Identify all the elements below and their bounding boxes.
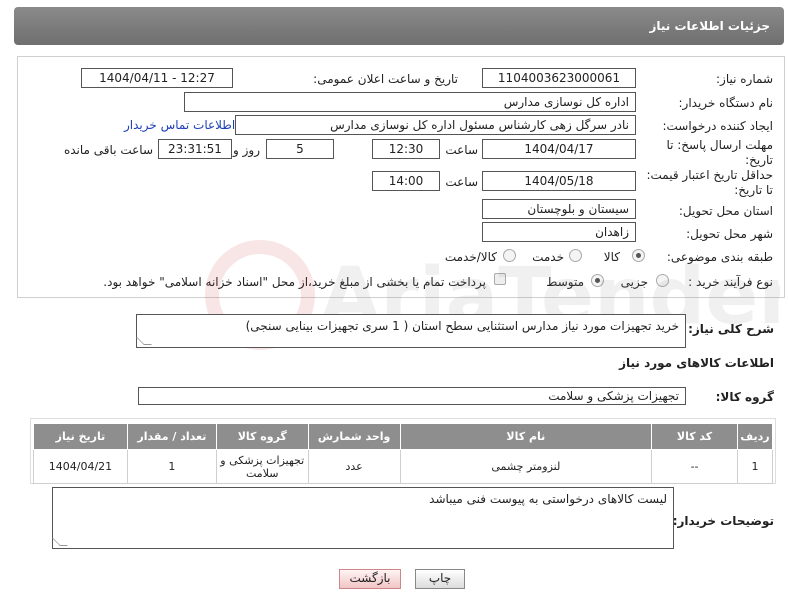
resize-handle-icon[interactable] bbox=[52, 538, 68, 546]
back-button[interactable]: بازگشت bbox=[339, 569, 401, 589]
price-date-field: 1404/05/18 bbox=[482, 171, 636, 191]
need-description-text: خرید تجهیزات مورد نیاز مدارس استثنایی سط… bbox=[245, 319, 679, 333]
col-header-quantity: تعداد / مقدار bbox=[126, 423, 217, 450]
purchase-minor-radio[interactable] bbox=[656, 274, 669, 287]
reply-time-field: 12:30 bbox=[372, 139, 440, 159]
reply-time-label: ساعت bbox=[445, 143, 478, 157]
purchase-type-label: نوع فرآیند خرید : bbox=[688, 275, 773, 289]
price-time-field: 14:00 bbox=[372, 171, 440, 191]
category-goods-label: کالا bbox=[603, 250, 620, 264]
buyer-org-label: نام دستگاه خریدار: bbox=[678, 96, 774, 110]
cell-code: -- bbox=[651, 449, 738, 484]
purchase-minor-label: جزیی bbox=[620, 275, 648, 289]
cell-quantity: 1 bbox=[126, 449, 217, 484]
purchase-medium-radio[interactable] bbox=[591, 274, 604, 287]
category-label: طبقه بندی موضوعی: bbox=[666, 250, 773, 264]
requester-label: ایجاد کننده درخواست: bbox=[662, 119, 773, 133]
buyer-contact-link[interactable]: اطلاعات تماس خریدار bbox=[124, 118, 235, 132]
category-service-radio[interactable] bbox=[569, 249, 582, 262]
print-button[interactable]: چاپ bbox=[415, 569, 465, 589]
delivery-province-label: استان محل تحویل: bbox=[678, 204, 773, 218]
treasury-payment-checkbox[interactable] bbox=[494, 273, 506, 285]
price-validity-label: حداقل تاریخ اعتبار قیمت: تا تاریخ: bbox=[646, 168, 773, 197]
requester-field: نادر سرگل زهی کارشناس مسئول اداره کل نوس… bbox=[235, 115, 636, 135]
buyer-notes-label: توضیحات خریدار: bbox=[672, 514, 774, 528]
col-header-date: تاریخ نیاز bbox=[33, 423, 128, 450]
delivery-city-label: شهر محل تحویل: bbox=[686, 227, 773, 241]
goods-table-panel: تاریخ نیاز تعداد / مقدار گروه کالا واحد … bbox=[30, 418, 776, 484]
cell-date: 1404/04/21 bbox=[33, 449, 128, 484]
page-title: جزئیات اطلاعات نیاز bbox=[649, 19, 770, 33]
goods-table-header-row: تاریخ نیاز تعداد / مقدار گروه کالا واحد … bbox=[33, 423, 774, 450]
resize-handle-icon[interactable] bbox=[136, 337, 152, 345]
page-header: جزئیات اطلاعات نیاز bbox=[14, 7, 784, 45]
cell-unit: عدد bbox=[307, 449, 401, 484]
col-header-group: گروه کالا bbox=[215, 423, 309, 450]
category-service-label: خدمت bbox=[532, 250, 564, 264]
col-header-code: کد کالا bbox=[651, 423, 738, 450]
buyer-notes-field: لیست کالاهای درخواستی به پیوست فنی میباش… bbox=[52, 487, 674, 549]
need-number-field: 1104003623000061 bbox=[482, 68, 636, 88]
reply-date-field: 1404/04/17 bbox=[482, 139, 636, 159]
delivery-city-field: زاهدان bbox=[482, 222, 636, 242]
buyer-org-field: اداره کل نوسازی مدارس bbox=[184, 92, 636, 112]
goods-group-label: گروه کالا: bbox=[715, 390, 774, 404]
need-number-label: شماره نیاز: bbox=[716, 72, 773, 86]
remaining-time-field: 23:31:51 bbox=[158, 139, 232, 159]
goods-group-field: تجهیزات پزشکی و سلامت bbox=[138, 387, 686, 405]
category-goods-service-label: کالا/خدمت bbox=[444, 250, 497, 264]
announce-datetime-label: تاریخ و ساعت اعلان عمومی: bbox=[313, 72, 458, 86]
need-description-label: شرح کلی نیاز: bbox=[688, 322, 774, 336]
reply-deadline-label: مهلت ارسال پاسخ: تا تاریخ: bbox=[666, 138, 773, 167]
goods-section-title: اطلاعات کالاهای مورد نیاز bbox=[619, 356, 774, 370]
table-row: 1404/04/21 1 تجهیزات پزشکی و سلامت عدد ل… bbox=[33, 449, 774, 484]
cell-row-number: 1 bbox=[736, 449, 774, 484]
goods-table: تاریخ نیاز تعداد / مقدار گروه کالا واحد … bbox=[33, 423, 774, 484]
category-goods-radio[interactable] bbox=[632, 249, 645, 262]
cell-name: لنزومتر چشمی bbox=[399, 449, 653, 484]
buyer-notes-text: لیست کالاهای درخواستی به پیوست فنی میباش… bbox=[429, 492, 667, 506]
col-header-row: ردیف bbox=[736, 423, 774, 450]
delivery-province-field: سیستان و بلوچستان bbox=[482, 199, 636, 219]
treasury-payment-note: پرداخت تمام یا بخشی از مبلغ خرید،از محل … bbox=[103, 275, 486, 289]
category-goods-service-radio[interactable] bbox=[503, 249, 516, 262]
purchase-medium-label: متوسط bbox=[546, 275, 584, 289]
cell-group: تجهیزات پزشکی و سلامت bbox=[215, 449, 309, 484]
need-description-field: خرید تجهیزات مورد نیاز مدارس استثنایی سط… bbox=[136, 314, 686, 348]
price-time-label: ساعت bbox=[445, 175, 478, 189]
announce-datetime-field: 1404/04/11 - 12:27 bbox=[81, 68, 233, 88]
col-header-name: نام کالا bbox=[399, 423, 653, 450]
col-header-unit: واحد شمارش bbox=[307, 423, 401, 450]
remaining-label: ساعت باقی مانده bbox=[63, 143, 153, 157]
days-and-label: روز و bbox=[233, 143, 260, 157]
reply-days-field: 5 bbox=[266, 139, 334, 159]
